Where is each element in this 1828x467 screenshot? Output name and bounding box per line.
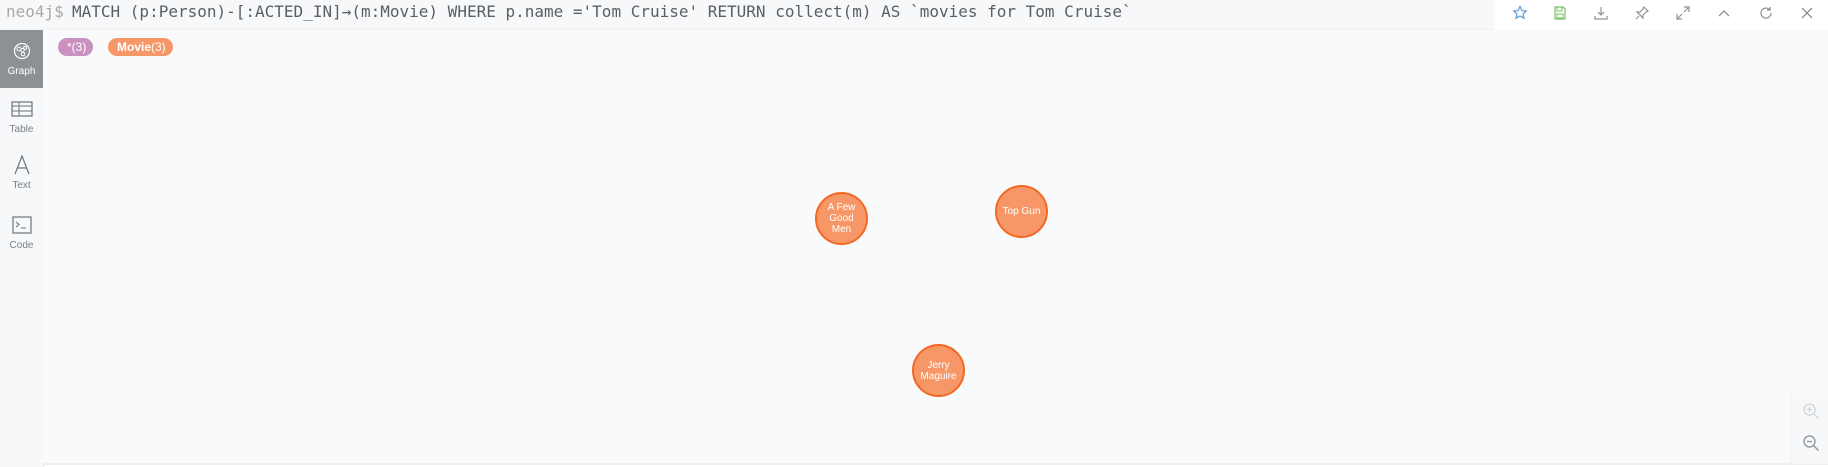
view-graph-button[interactable]: Graph	[0, 30, 43, 88]
view-text-button[interactable]: Text	[0, 144, 43, 202]
save-button[interactable]	[1546, 2, 1574, 24]
view-sidebar: Graph Table Text Code	[0, 30, 44, 467]
graph-node[interactable]: Top Gun	[995, 185, 1048, 238]
close-icon	[1801, 7, 1813, 19]
label-pill-all-text: *(3)	[67, 40, 87, 54]
collapse-icon	[1718, 10, 1730, 17]
graph-node[interactable]: A Few Good Men	[815, 192, 868, 245]
zoom-controls	[1790, 394, 1828, 464]
pin-icon	[1635, 5, 1650, 20]
collapse-button[interactable]	[1710, 2, 1738, 24]
node-caption-line: A Few	[827, 202, 856, 213]
view-table-button[interactable]: Table	[0, 88, 43, 146]
view-code-label: Code	[9, 240, 34, 251]
pin-button[interactable]	[1628, 2, 1656, 24]
editor-bar: neo4j$ MATCH (p:Person)-[:ACTED_IN]→(m:M…	[0, 0, 1828, 30]
view-code-button[interactable]: Code	[0, 204, 43, 262]
download-icon	[1594, 7, 1608, 20]
node-caption-line: Good	[829, 213, 854, 224]
zoom-out-icon[interactable]	[1802, 434, 1820, 452]
node-caption-line: Jerry	[927, 359, 950, 371]
expand-icon	[1676, 6, 1690, 20]
view-graph-label: Graph	[7, 66, 36, 77]
label-pill-movie-name: Movie	[117, 40, 152, 54]
node-caption-line: Maguire	[920, 370, 957, 382]
prompt-label: neo4j$	[6, 2, 64, 21]
rerun-button[interactable]	[1752, 2, 1780, 24]
fullscreen-button[interactable]	[1669, 2, 1697, 24]
save-icon	[1554, 6, 1566, 20]
node-caption: Top Gun	[1002, 206, 1041, 217]
zoom-in-icon[interactable]	[1802, 402, 1820, 420]
label-pill-movie[interactable]: Movie (3)	[108, 38, 173, 56]
download-button[interactable]	[1587, 2, 1615, 24]
text-icon	[11, 154, 33, 176]
favorite-button[interactable]	[1506, 2, 1534, 24]
table-icon	[10, 98, 33, 120]
label-pill-all[interactable]: *(3)	[58, 38, 93, 56]
query-editor[interactable]: neo4j$ MATCH (p:Person)-[:ACTED_IN]→(m:M…	[0, 0, 1495, 30]
refresh-icon	[1760, 7, 1772, 19]
result-frame-bottom-border	[43, 463, 1828, 465]
query-text[interactable]: MATCH (p:Person)-[:ACTED_IN]→(m:Movie) W…	[72, 2, 1132, 21]
graph-node[interactable]: Jerry Maguire	[912, 344, 965, 397]
graph-icon	[11, 40, 33, 62]
node-caption-line: Men	[831, 224, 852, 235]
view-table-label: Table	[9, 124, 34, 135]
node-caption: Jerry Maguire	[920, 360, 956, 382]
node-caption: A Few Good Men	[828, 202, 856, 235]
code-icon	[11, 214, 33, 236]
star-icon	[1512, 5, 1528, 20]
view-text-label: Text	[12, 180, 31, 191]
graph-canvas[interactable]	[43, 30, 1828, 464]
label-pill-movie-count: (3)	[151, 40, 166, 54]
close-button[interactable]	[1793, 2, 1821, 24]
